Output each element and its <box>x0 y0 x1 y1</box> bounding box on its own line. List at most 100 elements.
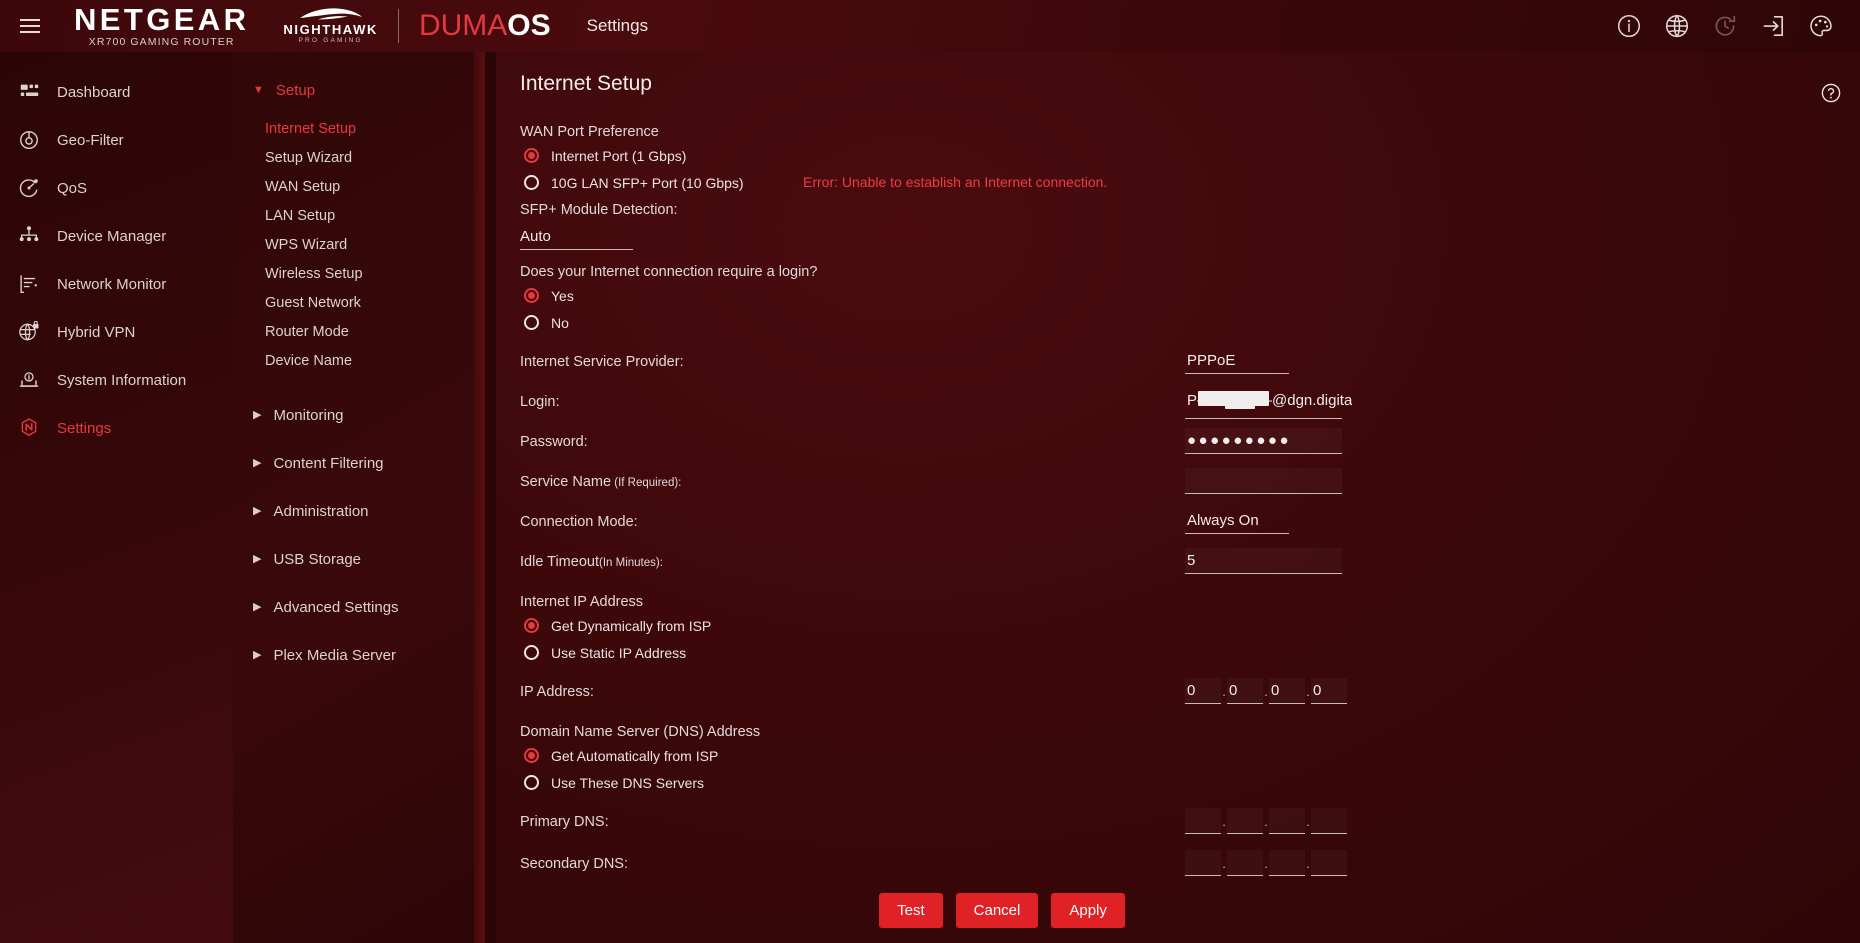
dns-octet-value <box>1185 808 1221 833</box>
secondary-dns-octet-4[interactable] <box>1311 850 1347 876</box>
ip-octet-3[interactable]: 0 <box>1269 678 1305 704</box>
primary-dns-octet-3[interactable] <box>1269 808 1305 834</box>
service-name-input[interactable] <box>1185 468 1342 494</box>
login-redaction-bar-2 <box>1225 397 1255 409</box>
login-required-option-yes[interactable]: Yes <box>520 282 1860 309</box>
secondary-dns-octet-3[interactable] <box>1269 850 1305 876</box>
subnav-item-label: Setup Wizard <box>265 149 353 166</box>
login-required-option-no[interactable]: No <box>520 309 1860 336</box>
radio-dns-manual[interactable] <box>524 775 539 790</box>
radio-label: Use These DNS Servers <box>551 774 705 791</box>
subnav-setup-items: Internet Setup Setup Wizard WAN Setup LA… <box>233 114 485 375</box>
radio-login-no[interactable] <box>524 315 539 330</box>
sidebar-item-system-information[interactable]: System Information <box>0 356 233 404</box>
isp-select[interactable]: PPPoE <box>1185 348 1342 374</box>
idle-timeout-input[interactable]: 5 <box>1185 548 1342 574</box>
sidebar-item-settings[interactable]: Settings <box>0 404 233 452</box>
sidebar-item-device-manager[interactable]: Device Manager <box>0 212 233 260</box>
hybrid-vpn-icon <box>12 321 46 343</box>
secondary-dns-octets: . . . <box>1185 850 1347 876</box>
isp-value: PPPoE <box>1187 352 1236 369</box>
radio-get-dynamically[interactable] <box>524 618 539 633</box>
internet-ip-option-static[interactable]: Use Static IP Address <box>520 639 1860 666</box>
ip-octet-1[interactable]: 0 <box>1185 678 1221 704</box>
primary-dns-octet-2[interactable] <box>1227 808 1263 834</box>
connection-mode-select[interactable]: Always On <box>1185 508 1342 534</box>
subnav-section-setup[interactable]: ▼ Setup <box>233 72 485 108</box>
dns-option-automatic[interactable]: Get Automatically from ISP <box>520 742 1860 769</box>
top-bar: NETGEAR XR700 GAMING ROUTER NIGHTHAWK PR… <box>0 0 1860 52</box>
subnav-item-label: Device Name <box>265 352 353 369</box>
secondary-dns-octet-2[interactable] <box>1227 850 1263 876</box>
chevron-right-icon: ▶ <box>253 408 262 421</box>
internet-ip-option-dynamic[interactable]: Get Dynamically from ISP <box>520 612 1860 639</box>
secondary-dns-octet-1[interactable] <box>1185 850 1221 876</box>
info-icon[interactable] <box>1616 13 1642 39</box>
globe-icon[interactable] <box>1664 13 1690 39</box>
system-information-icon <box>12 369 46 391</box>
nighthawk-subtitle: PRO GAMING <box>298 37 363 45</box>
radio-internet-port[interactable] <box>524 148 539 163</box>
password-label: Password: <box>520 434 588 450</box>
subnav-section-monitoring[interactable]: ▶ Monitoring <box>233 391 485 439</box>
sidebar-item-network-monitor[interactable]: Network Monitor <box>0 260 233 308</box>
wan-port-option-sfp[interactable]: 10G LAN SFP+ Port (10 Gbps) <box>520 169 1860 196</box>
primary-dns-octet-1[interactable] <box>1185 808 1221 834</box>
password-input[interactable]: ●●●●●●●●● <box>1185 428 1342 454</box>
sidebar-item-hybrid-vpn[interactable]: Hybrid VPN <box>0 308 233 356</box>
radio-login-yes[interactable] <box>524 288 539 303</box>
apply-button[interactable]: Apply <box>1051 893 1125 928</box>
sidebar-item-qos[interactable]: QoS <box>0 164 233 212</box>
radio-label: Internet Port (1 Gbps) <box>551 147 687 164</box>
secondary-dns-label: Secondary DNS: <box>520 856 628 872</box>
sidebar-item-label: Dashboard <box>57 83 131 101</box>
radio-10g-sfp-port[interactable] <box>524 175 539 190</box>
subnav-section-plex-media-server[interactable]: ▶ Plex Media Server <box>233 631 485 679</box>
subnav-item-router-mode[interactable]: Router Mode <box>233 317 485 346</box>
help-question-icon[interactable] <box>1820 82 1842 109</box>
wan-port-option-internet[interactable]: Internet Port (1 Gbps) <box>520 142 1860 169</box>
form-action-buttons: Test Cancel Apply <box>496 893 1860 928</box>
subnav-item-device-name[interactable]: Device Name <box>233 346 485 375</box>
subnav-section-content-filtering[interactable]: ▶ Content Filtering <box>233 439 485 487</box>
nighthawk-logo: NIGHTHAWK PRO GAMING <box>283 7 378 45</box>
dns-option-manual[interactable]: Use These DNS Servers <box>520 769 1860 796</box>
sidebar-item-geo-filter[interactable]: Geo-Filter <box>0 116 233 164</box>
subnav-section-advanced-settings[interactable]: ▶ Advanced Settings <box>233 583 485 631</box>
subnav-item-lan-setup[interactable]: LAN Setup <box>233 201 485 230</box>
router-admin-page: NETGEAR XR700 GAMING ROUTER NIGHTHAWK PR… <box>0 0 1860 943</box>
sfp-detection-select[interactable]: Auto <box>520 224 633 250</box>
dumaos-logo: DUMAOS <box>419 11 551 41</box>
logout-icon[interactable] <box>1760 13 1786 39</box>
subnav-item-guest-network[interactable]: Guest Network <box>233 288 485 317</box>
radio-use-static-ip[interactable] <box>524 645 539 660</box>
subnav-section-label: Plex Media Server <box>273 646 397 664</box>
ip-octet-4[interactable]: 0 <box>1311 678 1347 704</box>
subnav-item-setup-wizard[interactable]: Setup Wizard <box>233 143 485 172</box>
subnav-item-wan-setup[interactable]: WAN Setup <box>233 172 485 201</box>
sidebar-item-dashboard[interactable]: Dashboard <box>0 68 233 116</box>
wan-port-group-label: WAN Port Preference <box>520 124 659 140</box>
history-refresh-icon[interactable] <box>1712 13 1738 39</box>
test-button[interactable]: Test <box>879 893 943 928</box>
theme-palette-icon[interactable] <box>1808 13 1834 39</box>
nighthawk-name: NIGHTHAWK <box>283 22 378 38</box>
subnav-section-administration[interactable]: ▶ Administration <box>233 487 485 535</box>
subnav-item-internet-setup[interactable]: Internet Setup <box>233 114 485 143</box>
radio-dns-automatic[interactable] <box>524 748 539 763</box>
ip-octet-2[interactable]: 0 <box>1227 678 1263 704</box>
radio-label: Yes <box>551 287 574 304</box>
primary-dns-octet-4[interactable] <box>1311 808 1347 834</box>
dns-group-label: Domain Name Server (DNS) Address <box>520 724 761 740</box>
login-input[interactable]: P—————@dgn.digita <box>1185 388 1352 419</box>
chevron-right-icon: ▶ <box>253 504 262 517</box>
subnav-item-wps-wizard[interactable]: WPS Wizard <box>233 230 485 259</box>
cancel-button[interactable]: Cancel <box>955 893 1039 928</box>
subnav-item-wireless-setup[interactable]: Wireless Setup <box>233 259 485 288</box>
idle-timeout-label-suffix: (In Minutes): <box>599 557 663 569</box>
idle-timeout-label-main: Idle Timeout <box>520 554 599 570</box>
internet-ip-group-label: Internet IP Address <box>520 594 644 610</box>
subnav-section-label: Advanced Settings <box>273 598 399 616</box>
subnav-section-usb-storage[interactable]: ▶ USB Storage <box>233 535 485 583</box>
hamburger-menu-icon[interactable] <box>4 0 56 52</box>
